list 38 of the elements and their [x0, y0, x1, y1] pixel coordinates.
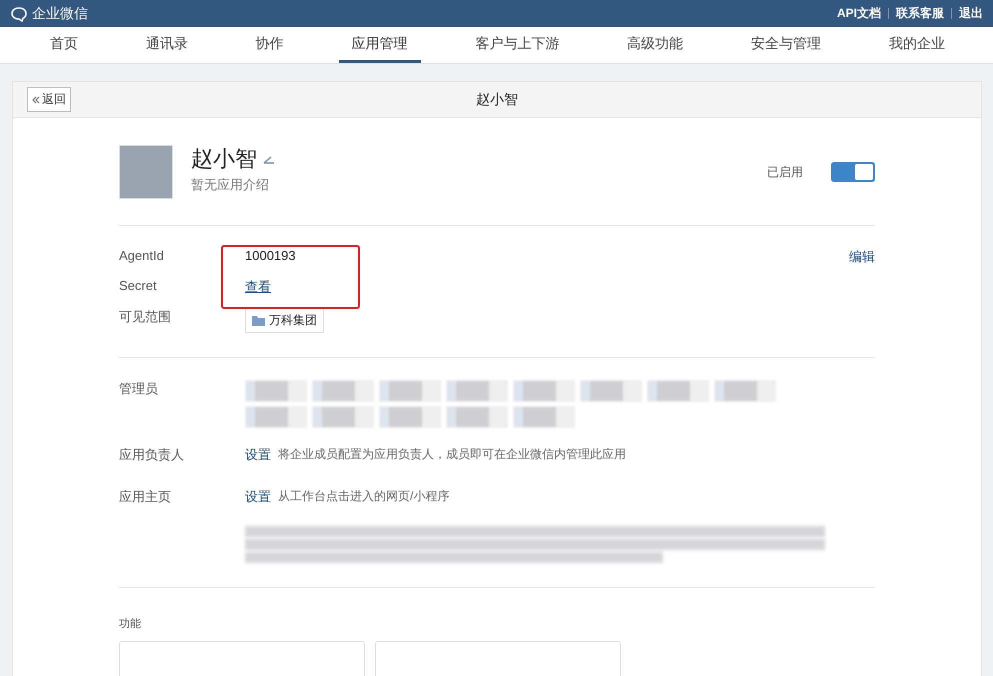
enable-toggle[interactable] — [831, 162, 875, 182]
back-button[interactable]: 返回 — [27, 87, 71, 112]
agentid-value: 1000193 — [245, 248, 296, 263]
folder-icon — [252, 316, 265, 326]
nav-tab[interactable]: 应用管理 — [338, 27, 421, 63]
set-link[interactable]: 设置 — [245, 446, 271, 464]
nav-tab[interactable]: 安全与管理 — [738, 27, 834, 63]
nav-tab[interactable]: 协作 — [242, 27, 297, 63]
hint-text: 从工作台点击进入的网页/小程序 — [278, 488, 450, 505]
field-label: 应用主页 — [119, 488, 172, 506]
top-link[interactable]: API文档 — [830, 8, 888, 19]
section-label: 功能 — [119, 617, 142, 631]
nav-tab[interactable]: 高级功能 — [614, 27, 696, 63]
nav-tab[interactable]: 我的企业 — [876, 27, 958, 63]
nav-tab[interactable]: 客户与上下游 — [462, 27, 572, 63]
set-link[interactable]: 设置 — [245, 488, 271, 506]
field-label: 可见范围 — [119, 308, 172, 326]
department-tag: 万科集团 — [245, 308, 324, 333]
photo-placeholder — [119, 145, 173, 199]
chat-bubble-icon — [10, 6, 28, 22]
field-label: 管理员 — [119, 380, 159, 398]
status-label: 已启用 — [767, 164, 803, 180]
pencil-icon[interactable] — [263, 154, 275, 164]
field-label: AgentId — [119, 248, 165, 263]
page-title: 赵小智 — [476, 90, 518, 108]
app-description: 暂无应用介绍 — [191, 176, 270, 194]
edit-link[interactable]: 编辑 — [849, 248, 875, 266]
nav-tab[interactable]: 首页 — [37, 27, 91, 63]
field-label: Secret — [119, 278, 158, 293]
view-link[interactable]: 查看 — [245, 278, 271, 296]
top-link[interactable]: 联系客服 — [888, 8, 951, 19]
top-link[interactable]: 退出 — [951, 8, 983, 19]
app-name: 赵小智 — [191, 145, 257, 173]
hint-text: 将企业成员配置为应用负责人，成员即可在企业微信内管理此应用 — [278, 446, 626, 463]
nav-tab[interactable]: 通讯录 — [132, 27, 201, 63]
field-label: 应用负责人 — [119, 446, 185, 464]
logo-text: 企业微信 — [32, 4, 88, 22]
double-chevron-left-icon — [32, 96, 40, 104]
